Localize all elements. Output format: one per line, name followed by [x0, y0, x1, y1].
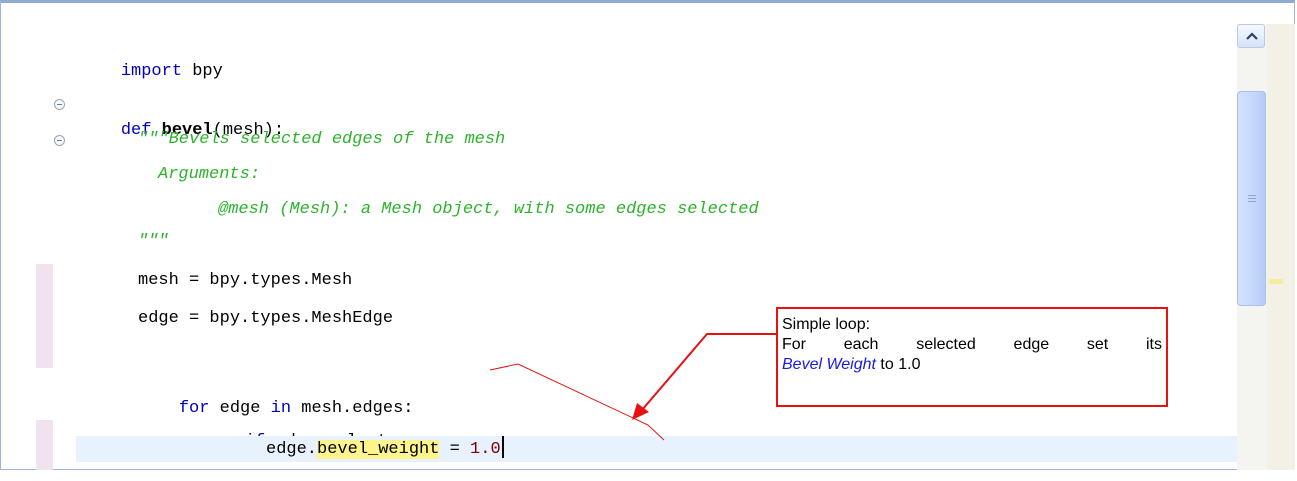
callout-pointer-line [641, 333, 776, 411]
callout-text: Bevel Weight to 1.0 [782, 355, 1162, 375]
callout-text: For each selected edge set its [782, 336, 1162, 353]
callout-text-rest: to 1.0 [875, 356, 921, 373]
callout-title: Simple loop: [782, 316, 871, 333]
annotation-guide-line [489, 363, 665, 441]
callout-emphasis: Bevel Weight [782, 356, 876, 373]
annotation-callout: Simple loop: For each selected edge set … [776, 307, 1168, 407]
